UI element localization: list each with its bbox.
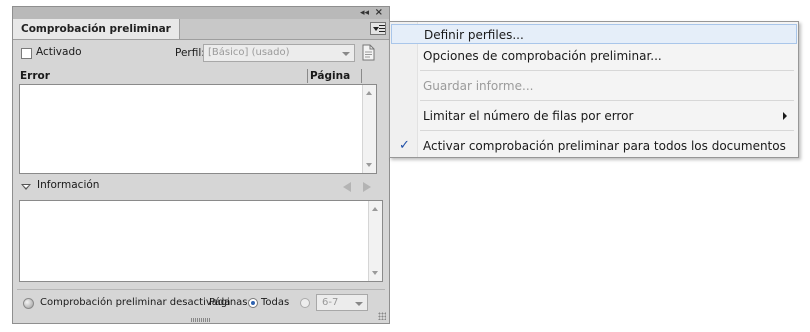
menu-item-opciones[interactable]: Opciones de comprobación preliminar...: [391, 46, 797, 66]
activado-checkbox[interactable]: [21, 48, 32, 59]
previous-arrow-icon[interactable]: [343, 182, 351, 192]
divider: [17, 289, 385, 290]
status-text: Comprobación preliminar desactivada: [40, 297, 231, 308]
menu-lines-icon: [379, 25, 385, 32]
preflight-panel: ◂◂ × Comprobación preliminar Activado Pe…: [12, 6, 390, 324]
status-indicator-icon: [23, 298, 34, 309]
menu-item-label: Activar comprobación preliminar para tod…: [423, 139, 786, 153]
chevron-down-icon: [342, 52, 350, 56]
column-divider[interactable]: [361, 69, 362, 83]
scroll-up-icon[interactable]: [372, 207, 378, 211]
panel-menu-button[interactable]: [370, 22, 386, 35]
panel-flyout-menu: Definir perfiles... Opciones de comproba…: [389, 21, 799, 158]
scroll-up-icon[interactable]: [366, 91, 372, 95]
column-header-pagina[interactable]: Página: [310, 70, 350, 82]
checkmark-icon: ✓: [399, 138, 410, 153]
page-range-value: 6-7: [322, 297, 339, 308]
info-area[interactable]: [19, 200, 383, 282]
perfil-label: Perfil:: [175, 47, 205, 59]
next-arrow-icon[interactable]: [363, 182, 371, 192]
chevron-right-icon: [783, 112, 787, 120]
error-list[interactable]: [19, 84, 377, 174]
profile-document-icon[interactable]: [362, 44, 375, 61]
panel-tab-bar: Comprobación preliminar: [13, 19, 389, 40]
menu-separator: [420, 100, 794, 101]
menu-item-limitar-filas[interactable]: Limitar el número de filas por error: [391, 106, 797, 126]
column-divider[interactable]: [307, 69, 308, 83]
error-list-scrollbar[interactable]: [362, 85, 376, 173]
page-range-field[interactable]: 6-7: [316, 294, 368, 311]
disclosure-triangle-icon[interactable]: [21, 184, 31, 190]
info-scrollbar[interactable]: [368, 201, 382, 281]
todas-label: Todas: [261, 297, 290, 308]
resize-handle[interactable]: [191, 318, 211, 322]
activado-label: Activado: [36, 46, 82, 58]
menu-item-label: Opciones de comprobación preliminar...: [423, 49, 662, 63]
tab-comprobacion-preliminar[interactable]: Comprobación preliminar: [13, 19, 180, 39]
menu-item-label: Limitar el número de filas por error: [423, 109, 634, 123]
menu-item-activar-todos[interactable]: ✓ Activar comprobación preliminar para t…: [391, 136, 797, 156]
collapse-icon[interactable]: ◂◂: [360, 7, 369, 19]
range-radio[interactable]: [300, 298, 310, 308]
scroll-down-icon[interactable]: [372, 271, 378, 275]
paginas-label: Páginas:: [209, 297, 251, 308]
chevron-down-icon: [355, 302, 363, 306]
menu-item-definir-perfiles[interactable]: Definir perfiles...: [391, 24, 797, 44]
perfil-select[interactable]: [Básico] (usado): [203, 44, 355, 62]
menu-item-label: Definir perfiles...: [424, 28, 524, 42]
resize-grip-icon[interactable]: [378, 312, 386, 320]
scroll-down-icon[interactable]: [366, 163, 372, 167]
informacion-label: Información: [37, 179, 100, 191]
todas-radio[interactable]: [248, 298, 258, 308]
menu-item-label: Guardar informe...: [423, 79, 534, 93]
menu-separator: [420, 70, 794, 71]
menu-separator: [420, 130, 794, 131]
close-icon[interactable]: ×: [375, 7, 383, 19]
column-header-error[interactable]: Error: [20, 70, 50, 82]
perfil-value: [Básico] (usado): [208, 47, 290, 58]
menu-item-guardar-informe: Guardar informe...: [391, 76, 797, 96]
